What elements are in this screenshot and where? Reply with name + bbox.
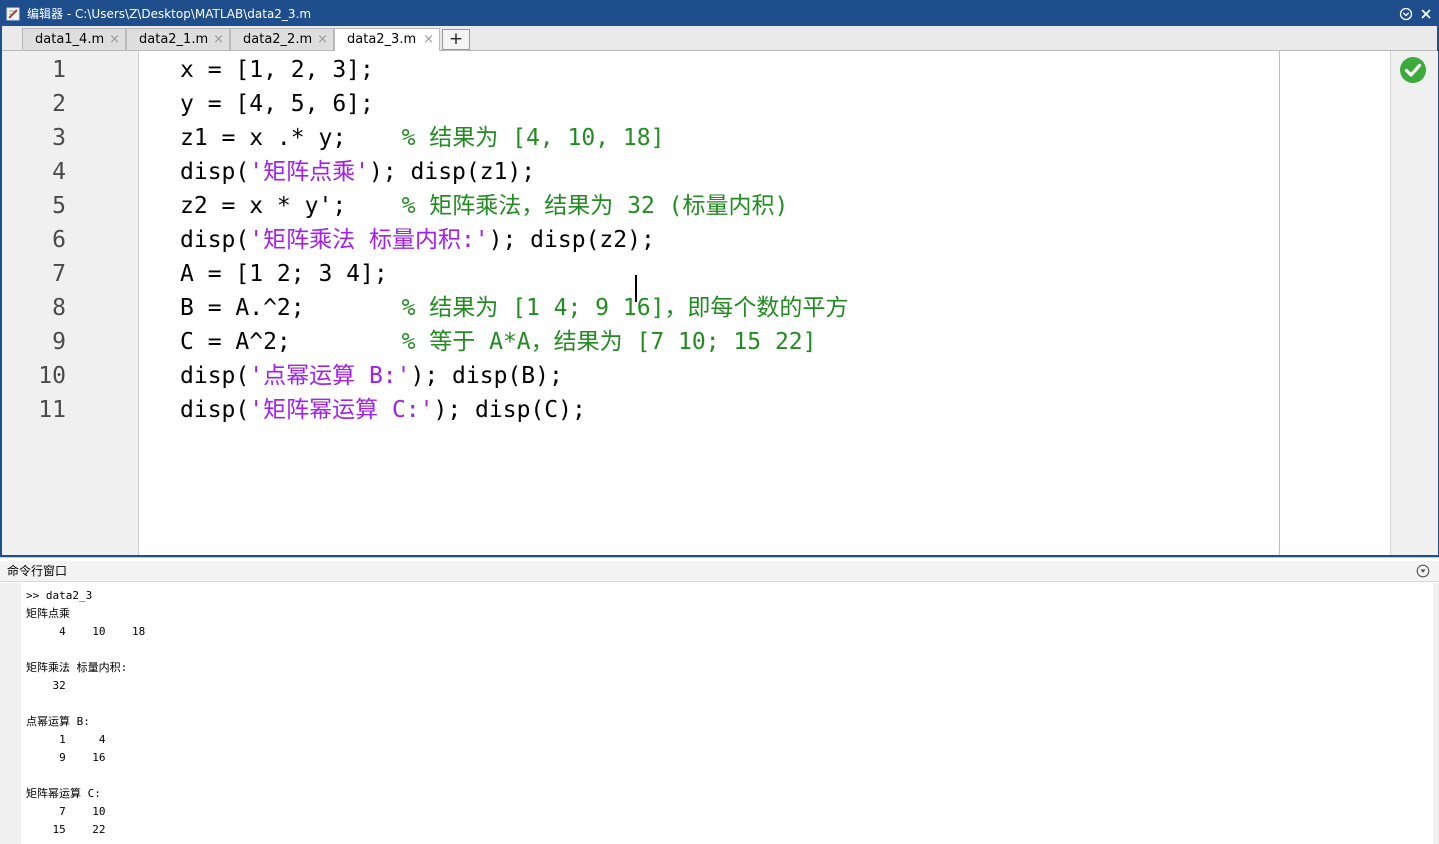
code-token-code: y = [4, 5, 6];	[180, 91, 374, 117]
tab-data2-3[interactable]: data2_3.m ×	[334, 28, 440, 51]
tab-close-icon[interactable]: ×	[109, 29, 120, 51]
code-line[interactable]: disp('矩阵点乘'); disp(z1);	[180, 155, 535, 189]
line-number: 10	[38, 363, 66, 389]
code-token-code: z1 = x .* y;	[180, 125, 402, 151]
code-line[interactable]: A = [1 2; 3 4];	[180, 257, 388, 291]
command-window-scrollbar[interactable]	[1433, 583, 1439, 844]
output-line: 7 10	[26, 805, 106, 818]
output-line: 9 16	[26, 751, 106, 764]
code-analyzer-strip	[1390, 51, 1438, 555]
command-window-header: 命令行窗口	[0, 561, 1439, 582]
command-window: 命令行窗口 >> data2_3 矩阵点乘 4 10 18 矩阵乘法 标量内积: 3…	[0, 557, 1439, 844]
code-token-code: disp(	[180, 363, 250, 389]
line-number: 5	[52, 193, 66, 219]
code-token-code: disp(	[180, 159, 250, 185]
check-circle-icon[interactable]	[1399, 56, 1427, 84]
tab-data1-4[interactable]: data1_4.m ×	[22, 28, 126, 50]
command-window-title: 命令行窗口	[7, 564, 68, 578]
code-token-code: B = A.^2;	[180, 295, 402, 321]
code-token-code: ); disp(C);	[433, 397, 586, 423]
code-token-comment: % 结果为 [4, 10, 18]	[401, 125, 665, 151]
tab-data2-1[interactable]: data2_1.m ×	[126, 28, 230, 50]
line-number: 1	[52, 57, 66, 83]
tab-close-icon[interactable]: ×	[213, 29, 224, 51]
code-area[interactable]: x = [1, 2, 3]; y = [4, 5, 6]; z1 = x .* y;…	[139, 51, 1279, 555]
code-token-code: ); disp(B);	[410, 363, 563, 389]
editor-pencil-icon	[6, 7, 20, 21]
output-line: 4 10 18	[26, 625, 146, 638]
line-number: 4	[52, 159, 66, 185]
tab-data2-2[interactable]: data2_2.m ×	[230, 28, 334, 50]
line-number: 11	[38, 397, 66, 423]
code-token-comment: % 矩阵乘法，结果为 32 (标量内积)	[401, 193, 789, 219]
line-number: 2	[52, 91, 66, 117]
output-line: 矩阵乘法 标量内积:	[26, 661, 128, 674]
right-margin-line	[1279, 51, 1280, 555]
output-line: 矩阵幂运算 C:	[26, 787, 101, 800]
editor-title: 编辑器 - C:\Users\Z\Desktop\MATLAB\data2_3.…	[27, 7, 312, 21]
code-token-code: z2 = x * y';	[180, 193, 402, 219]
tab-close-icon[interactable]: ×	[317, 29, 328, 51]
line-number: 9	[52, 329, 66, 355]
editor-panel: 编辑器 - C:\Users\Z\Desktop\MATLAB\data2_3.…	[0, 0, 1439, 557]
code-line[interactable]: disp('点幂运算 B:'); disp(B);	[180, 359, 563, 393]
output-line: 15 22	[26, 823, 106, 836]
output-line: 矩阵点乘	[26, 607, 70, 620]
line-number-gutter: 1 2 3 4 5 6 7 8 9 10 11	[2, 51, 139, 555]
command-prompt-line: >> data2_3	[26, 589, 93, 602]
code-line[interactable]: disp('矩阵乘法 标量内积:'); disp(z2);	[180, 223, 655, 257]
file-tab-bar: data1_4.m × data2_1.m × data2_2.m × data…	[2, 26, 1437, 51]
code-line[interactable]: z1 = x .* y; % 结果为 [4, 10, 18]	[180, 121, 664, 155]
code-token-code: ); disp(z2);	[488, 227, 655, 253]
line-number: 6	[52, 227, 66, 253]
output-line: 32	[26, 679, 66, 692]
code-line[interactable]: disp('矩阵幂运算 C:'); disp(C);	[180, 393, 586, 427]
code-line[interactable]: B = A.^2; % 结果为 [1 4; 9 16]，即每个数的平方	[180, 291, 848, 325]
tab-close-icon[interactable]: ×	[423, 29, 434, 51]
line-number: 3	[52, 125, 66, 151]
code-token-comment: % 等于 A*A，结果为 [7 10; 15 22]	[401, 329, 817, 355]
output-line: 1 4	[26, 733, 106, 746]
code-token-code: C = A^2;	[180, 329, 402, 355]
code-line[interactable]: y = [4, 5, 6];	[180, 87, 374, 121]
code-token-code: A = [1 2; 3 4];	[180, 261, 388, 287]
code-token-code: disp(	[180, 227, 250, 253]
code-line[interactable]: C = A^2; % 等于 A*A，结果为 [7 10; 15 22]	[180, 325, 817, 359]
code-line[interactable]: x = [1, 2, 3];	[180, 53, 374, 87]
code-token-string: '矩阵点乘'	[249, 159, 369, 185]
code-token-string: '矩阵乘法 标量内积:'	[249, 227, 489, 253]
add-tab-button[interactable]: +	[442, 29, 470, 50]
editor-titlebar: 编辑器 - C:\Users\Z\Desktop\MATLAB\data2_3.…	[2, 2, 1437, 26]
code-token-comment: % 结果为 [1 4; 9 16]，即每个数的平方	[401, 295, 849, 321]
command-window-margin	[0, 583, 21, 844]
panel-menu-icon[interactable]	[1399, 7, 1413, 21]
code-token-code: disp(	[180, 397, 250, 423]
chevron-down-icon[interactable]	[1416, 564, 1430, 578]
output-line: 点幂运算 B:	[26, 715, 90, 728]
code-token-code: x = [1, 2, 3];	[180, 57, 374, 83]
line-number: 7	[52, 261, 66, 287]
close-icon[interactable]	[1419, 7, 1433, 21]
code-token-string: '点幂运算 B:'	[249, 363, 411, 389]
code-token-string: '矩阵幂运算 C:'	[249, 397, 434, 423]
line-number: 8	[52, 295, 66, 321]
code-token-code: ); disp(z1);	[368, 159, 536, 185]
code-line[interactable]: z2 = x * y'; % 矩阵乘法，结果为 32 (标量内积)	[180, 189, 788, 223]
